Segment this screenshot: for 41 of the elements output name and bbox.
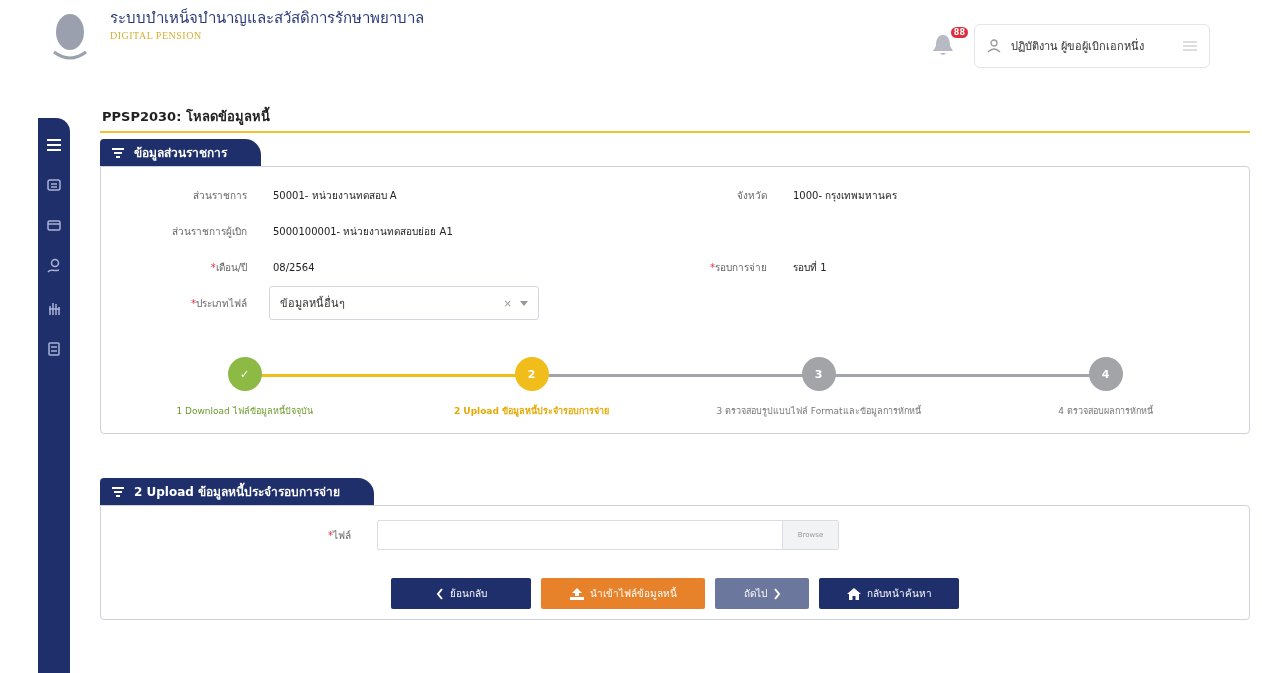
- filter-icon: [112, 147, 124, 158]
- app-title: ระบบบำเหน็จบำนาญและสวัสดิการรักษาพยาบาล: [110, 7, 424, 29]
- section-title: ข้อมูลส่วนราชการ: [134, 145, 227, 162]
- file-type-dropdown[interactable]: ข้อมูลหนี้อื่นๆ ×: [269, 286, 539, 320]
- chevron-left-icon: [435, 587, 444, 600]
- field-label: *รอบการจ่าย: [709, 260, 768, 275]
- notification-badge: 88: [950, 27, 968, 38]
- list-icon[interactable]: [48, 342, 60, 356]
- home-button[interactable]: กลับหน้าค้นหา: [819, 578, 959, 610]
- user-menu[interactable]: ปฏิบัติงาน ผู้ขอผู้เบิกเอกหนึ่ง: [974, 24, 1210, 68]
- field-value: 1000- กรุงเทพมหานคร: [792, 188, 899, 203]
- step-label: 1 Download ไฟล์ข้อมูลหนี้ปัจจุบัน: [176, 404, 313, 419]
- chevron-right-icon: [772, 587, 781, 600]
- field-label: *ไฟล์: [327, 528, 352, 543]
- wallet-icon[interactable]: [47, 218, 61, 232]
- field-value: 50001- หน่วยงานทดสอบ A: [272, 188, 398, 203]
- field-label: ส่วนราชการ: [192, 188, 248, 203]
- step-marker: 4: [1088, 357, 1123, 391]
- user-icon: [987, 39, 1001, 53]
- caret-icon: [520, 300, 528, 306]
- section-title: 2 Upload ข้อมูลหนี้ประจำรอบการจ่าย: [134, 482, 341, 502]
- id-card-icon[interactable]: [47, 178, 61, 192]
- filter-icon: [112, 486, 124, 497]
- step-label: 4 ตรวจสอบผลการหักหนี้: [1058, 404, 1153, 418]
- step-marker: 2: [514, 357, 549, 391]
- step-marker: ✓: [227, 357, 262, 391]
- home-icon: [846, 587, 861, 600]
- field-value: 5000100001- หน่วยงานทดสอบย่อย A1: [272, 224, 454, 239]
- field-label: ส่วนราชการผู้เบิก: [171, 224, 248, 239]
- app-subtitle: DIGITAL PENSION: [110, 30, 203, 41]
- step-label: 3 ตรวจสอบรูปแบบไฟล์ Formatและข้อมูลการหักหนี้: [716, 404, 921, 419]
- field-label: *ประเภทไฟล์: [190, 296, 248, 311]
- back-button[interactable]: ย้อนกลับ: [391, 578, 531, 610]
- field-label: จังหวัด: [736, 188, 768, 203]
- page-title: PPSP2030: โหลดข้อมูลหนี้: [100, 100, 1250, 133]
- step-marker: 3: [801, 357, 836, 391]
- step-label: 2 Upload ข้อมูลหนี้ประจำรอบการจ่าย: [453, 403, 610, 419]
- field-value: รอบที่ 1: [792, 259, 828, 275]
- upload-icon: [569, 587, 584, 600]
- field-label: *เดือน/ปี: [209, 260, 248, 275]
- field-value: 08/2564: [272, 261, 316, 273]
